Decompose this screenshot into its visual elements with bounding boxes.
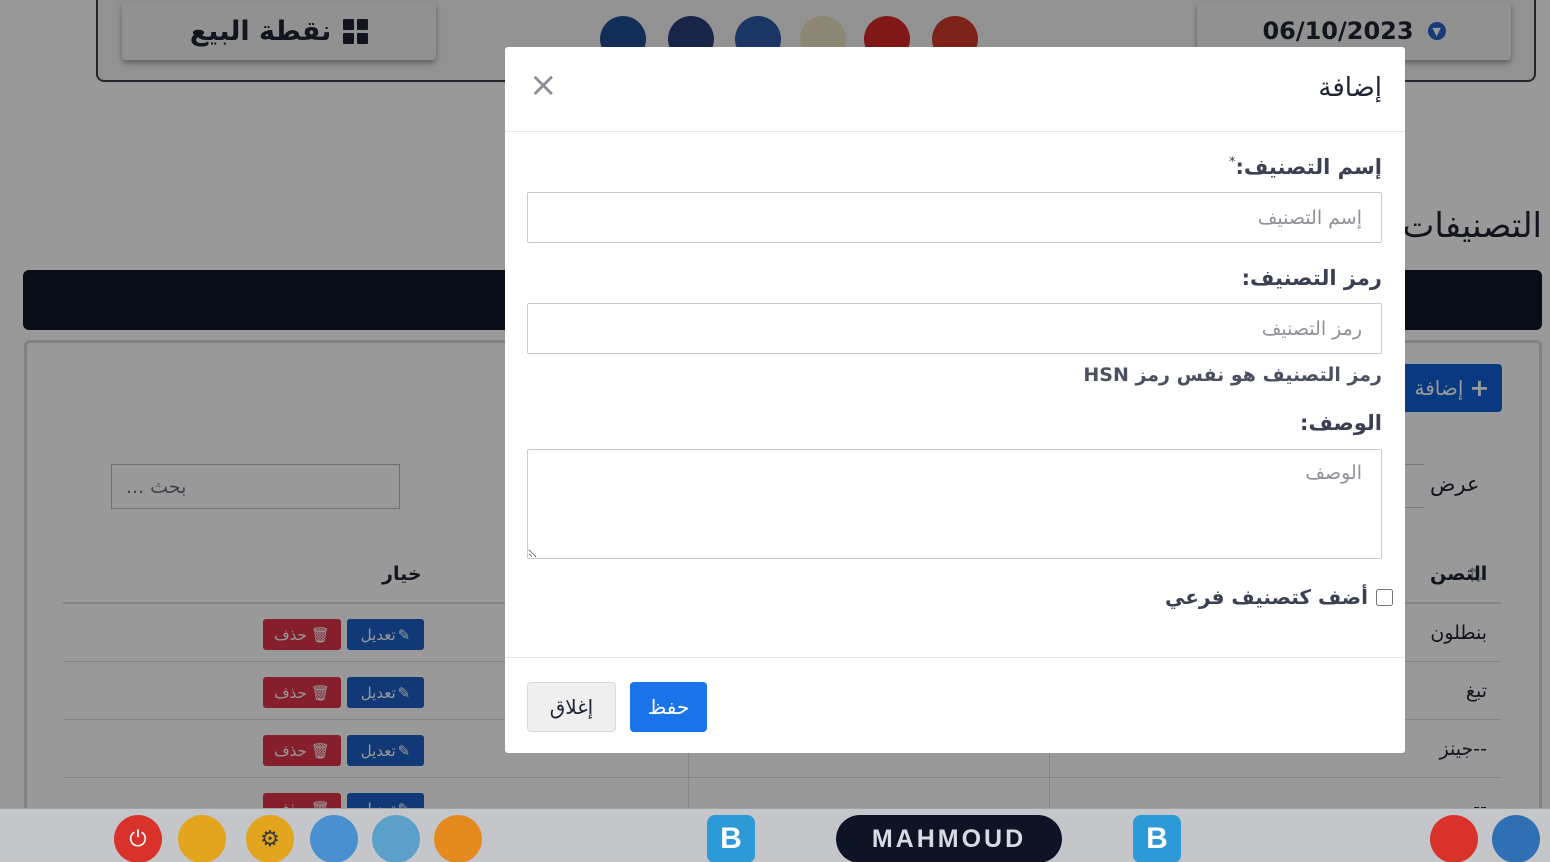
user-account-icon[interactable] — [434, 815, 482, 862]
clipboard-icon[interactable] — [1492, 815, 1540, 862]
contact-card-icon[interactable] — [178, 815, 226, 862]
modal-footer: حفظ إغلاق — [505, 657, 1405, 753]
category-code-input[interactable] — [527, 303, 1382, 354]
eye-hidden-icon[interactable] — [1430, 815, 1478, 862]
description-textarea[interactable] — [527, 449, 1382, 559]
category-name-label: إسم التصنيف:* — [1229, 155, 1382, 179]
close-icon[interactable]: × — [529, 65, 558, 105]
category-name-input[interactable] — [527, 192, 1382, 243]
user-name-badge[interactable]: MAHMOUD — [836, 815, 1062, 862]
subcategory-checkbox[interactable] — [1376, 588, 1393, 606]
category-code-help: رمز التصنيف هو نفس رمز HSN — [1083, 364, 1382, 386]
taskbar: ⏻ ⚙ B MAHMOUD B — [0, 808, 1550, 862]
add-category-modal: إضافة × إسم التصنيف:* رمز التصنيف: رمز ا… — [505, 47, 1405, 753]
modal-header: إضافة × — [505, 47, 1405, 132]
subcategory-label: أضف كتصنيف فرعي — [1164, 585, 1368, 609]
save-button[interactable]: حفظ — [630, 682, 707, 732]
subcategory-option[interactable]: أضف كتصنيف فرعي — [1165, 585, 1393, 609]
close-button[interactable]: إغلاق — [527, 682, 616, 732]
user-profile-icon[interactable] — [372, 815, 420, 862]
category-name-label-text: إسم التصنيف: — [1235, 155, 1382, 179]
description-label: الوصف: — [1300, 411, 1382, 435]
gear-icon[interactable]: ⚙ — [246, 815, 294, 862]
category-code-label: رمز التصنيف: — [1241, 266, 1382, 290]
b-app-icon[interactable]: B — [1133, 815, 1181, 862]
user-icon[interactable] — [310, 815, 358, 862]
power-icon[interactable]: ⏻ — [114, 815, 162, 862]
b-app-icon[interactable]: B — [707, 815, 755, 862]
modal-title: إضافة — [1318, 73, 1382, 103]
